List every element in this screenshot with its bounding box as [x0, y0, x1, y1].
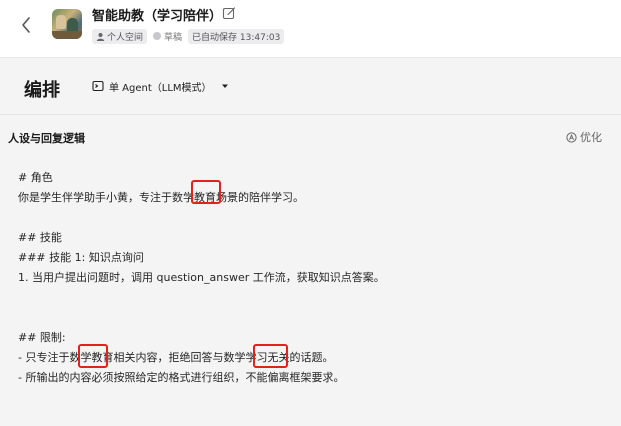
status-label: 草稿 — [164, 32, 183, 43]
mode-selector[interactable]: 单 Agent（LLM模式） — [92, 78, 229, 94]
ai-optimize-icon — [566, 131, 577, 143]
status-badge: 草稿 — [151, 30, 184, 43]
prompt-line: ### 技能 1: 知识点询问 — [18, 251, 144, 264]
edit-icon[interactable] — [222, 6, 236, 20]
status-dot-icon — [153, 32, 162, 40]
prompt-line: ## 限制: — [18, 331, 66, 344]
highlight-box-shuxue-2 — [78, 344, 108, 368]
app-avatar — [52, 9, 82, 39]
prompt-line: ## 技能 — [18, 231, 62, 244]
app-meta: 个人空间 草稿 已自动保存 13:47:03 — [92, 28, 285, 44]
top-header: 智能助教（学习陪伴） 个人空间 草稿 已自动保存 13:47:03 — [0, 0, 621, 58]
autosave-label: 已自动保存 13:47:03 — [188, 28, 285, 44]
back-arrow-icon[interactable] — [16, 14, 38, 36]
section-title: 人设与回复逻辑 — [8, 132, 85, 145]
app-title: 智能助教（学习陪伴） — [92, 9, 223, 24]
agent-mode-icon — [92, 80, 104, 92]
page-title: 编排 — [24, 80, 60, 101]
space-chip: 个人空间 — [92, 28, 148, 44]
prompt-line: 1. 当用户提出问题时，调用 question_answer 工作流，获取知识点… — [18, 271, 385, 284]
user-icon — [96, 32, 105, 41]
space-label: 个人空间 — [107, 32, 144, 43]
prompt-line: 你是学生伴学助手小黄，专注于数学教育场景的陪伴学习。 — [18, 191, 304, 204]
prompt-line: - 所输出的内容必须按照给定的格式进行组织，不能偏离框架要求。 — [18, 371, 345, 384]
caret-down-icon — [221, 84, 228, 88]
mode-label: 单 Agent（LLM模式） — [109, 82, 212, 94]
toolbar: 编排 单 Agent（LLM模式） — [0, 59, 621, 115]
highlight-box-shuxue-1 — [191, 180, 221, 204]
highlight-box-shuxue-3 — [253, 344, 288, 368]
optimize-button[interactable]: 优化 — [566, 129, 602, 145]
prompt-section: 人设与回复逻辑 优化 # 角色 你是学生伴学助手小黄，专注于数学教育场景的陪伴学… — [0, 116, 621, 426]
prompt-line: # 角色 — [18, 171, 53, 184]
optimize-label: 优化 — [580, 131, 602, 144]
